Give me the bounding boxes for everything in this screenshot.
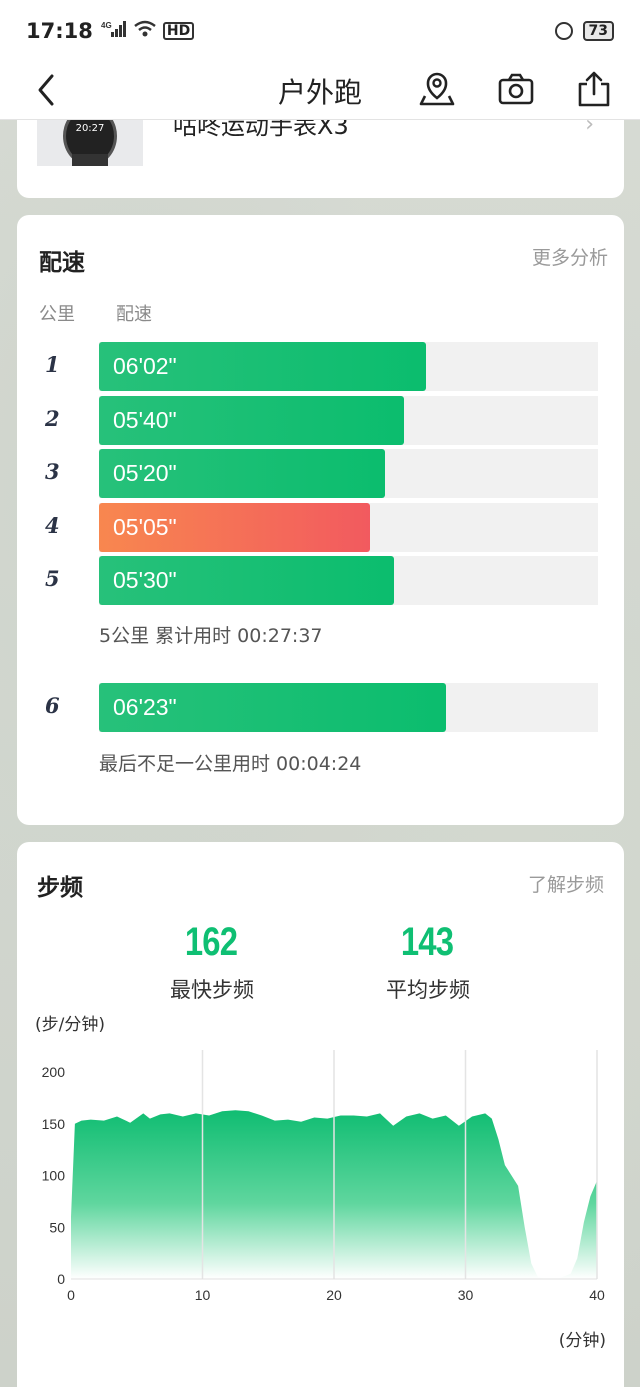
pace-card: 配速 更多分析 公里 配速 1 06'02" 2 05'40" 3 05'20" 4 05'0… [17,215,624,825]
watch-image: 20:27 [37,120,143,166]
km-label: 1 [45,352,60,377]
km-label: 6 [45,693,60,718]
status-icons: 4G HD [101,20,195,42]
more-analysis-link[interactable]: 更多分析 [532,243,608,270]
status-bar: 17:18 4G HD 73 [0,0,640,62]
five-km-summary: 5公里 累计用时 00:27:37 [99,625,323,647]
pace-value: 05'05" [113,513,177,540]
pace-bar-track: 06'23" [99,683,598,732]
hd-icon: HD [162,22,195,40]
navigation-bar: 户外跑 [0,62,640,120]
y-tick-label: 200 [42,1064,66,1080]
location-pin-icon [419,72,455,106]
pace-bar: 05'20" [99,449,385,498]
cadence-card: 步频 了解步频 162 最快步频 143 平均步频 (步/分钟) (分钟) 05… [17,842,624,1387]
chevron-left-icon [38,74,54,106]
pace-value: 06'23" [113,694,177,720]
km-label: 3 [45,459,60,484]
watch-time: 20:27 [75,123,105,134]
x-tick-label: 0 [67,1287,75,1303]
x-tick-label: 30 [458,1287,474,1303]
pace-bar: 06'02" [99,342,426,391]
km-label: 2 [45,405,60,431]
pace-value: 05'20" [113,460,177,486]
pace-bar-track: 06'02" [99,342,598,391]
pace-title: 配速 [39,250,85,276]
status-right: 73 [554,21,614,41]
chevron-right-icon: › [585,120,594,137]
x-tick-label: 40 [589,1287,605,1303]
back-button[interactable] [30,70,66,110]
page-title: 户外跑 [277,75,362,109]
watch-band [72,154,108,166]
y-tick-label: 50 [49,1219,65,1235]
x-tick-label: 10 [195,1287,211,1303]
cadence-chart: 0 50 100 150 200 0 10 20 30 40 [42,1050,605,1303]
pace-bar-track: 05'05" [99,502,598,552]
y-tick-label: 150 [42,1116,66,1132]
battery-indicator: 73 [582,21,614,41]
pace-bar: 06'23" [99,683,446,732]
last-km-summary: 最后不足一公里用时 00:04:24 [99,753,362,775]
pace-value: 05'30" [113,567,177,593]
device-card[interactable]: 20:27 咕咚运动手表X3 › [17,120,624,198]
share-icon [578,71,610,107]
wifi-icon [133,20,157,42]
y-tick-label: 100 [42,1168,66,1184]
pace-value: 06'02" [113,353,177,379]
camera-button[interactable] [494,68,538,112]
pace-bar-track: 05'30" [99,556,598,605]
share-button[interactable] [572,68,616,112]
fastest-pace-bar: 05'05" [99,502,370,552]
device-name: 咕咚运动手表X3 [173,120,349,140]
rotation-lock-icon [554,22,573,40]
location-button[interactable] [415,68,459,112]
camera-icon [498,73,534,105]
pace-value: 05'40" [113,406,177,433]
status-time: 17:18 [26,19,93,43]
km-label: 5 [45,566,60,591]
y-tick-label: 0 [57,1271,65,1287]
x-tick-label: 20 [326,1287,342,1303]
column-header-pace: 配速 [116,304,152,325]
cellular-signal-icon: 4G [101,20,127,42]
column-header-km: 公里 [39,304,75,325]
pace-bar: 05'30" [99,556,394,605]
svg-text:4G: 4G [101,21,112,30]
km-label: 4 [45,512,60,538]
pace-bar-track: 05'40" [99,395,598,445]
pace-bar-track: 05'20" [99,449,598,498]
pace-bar: 05'40" [99,395,404,445]
